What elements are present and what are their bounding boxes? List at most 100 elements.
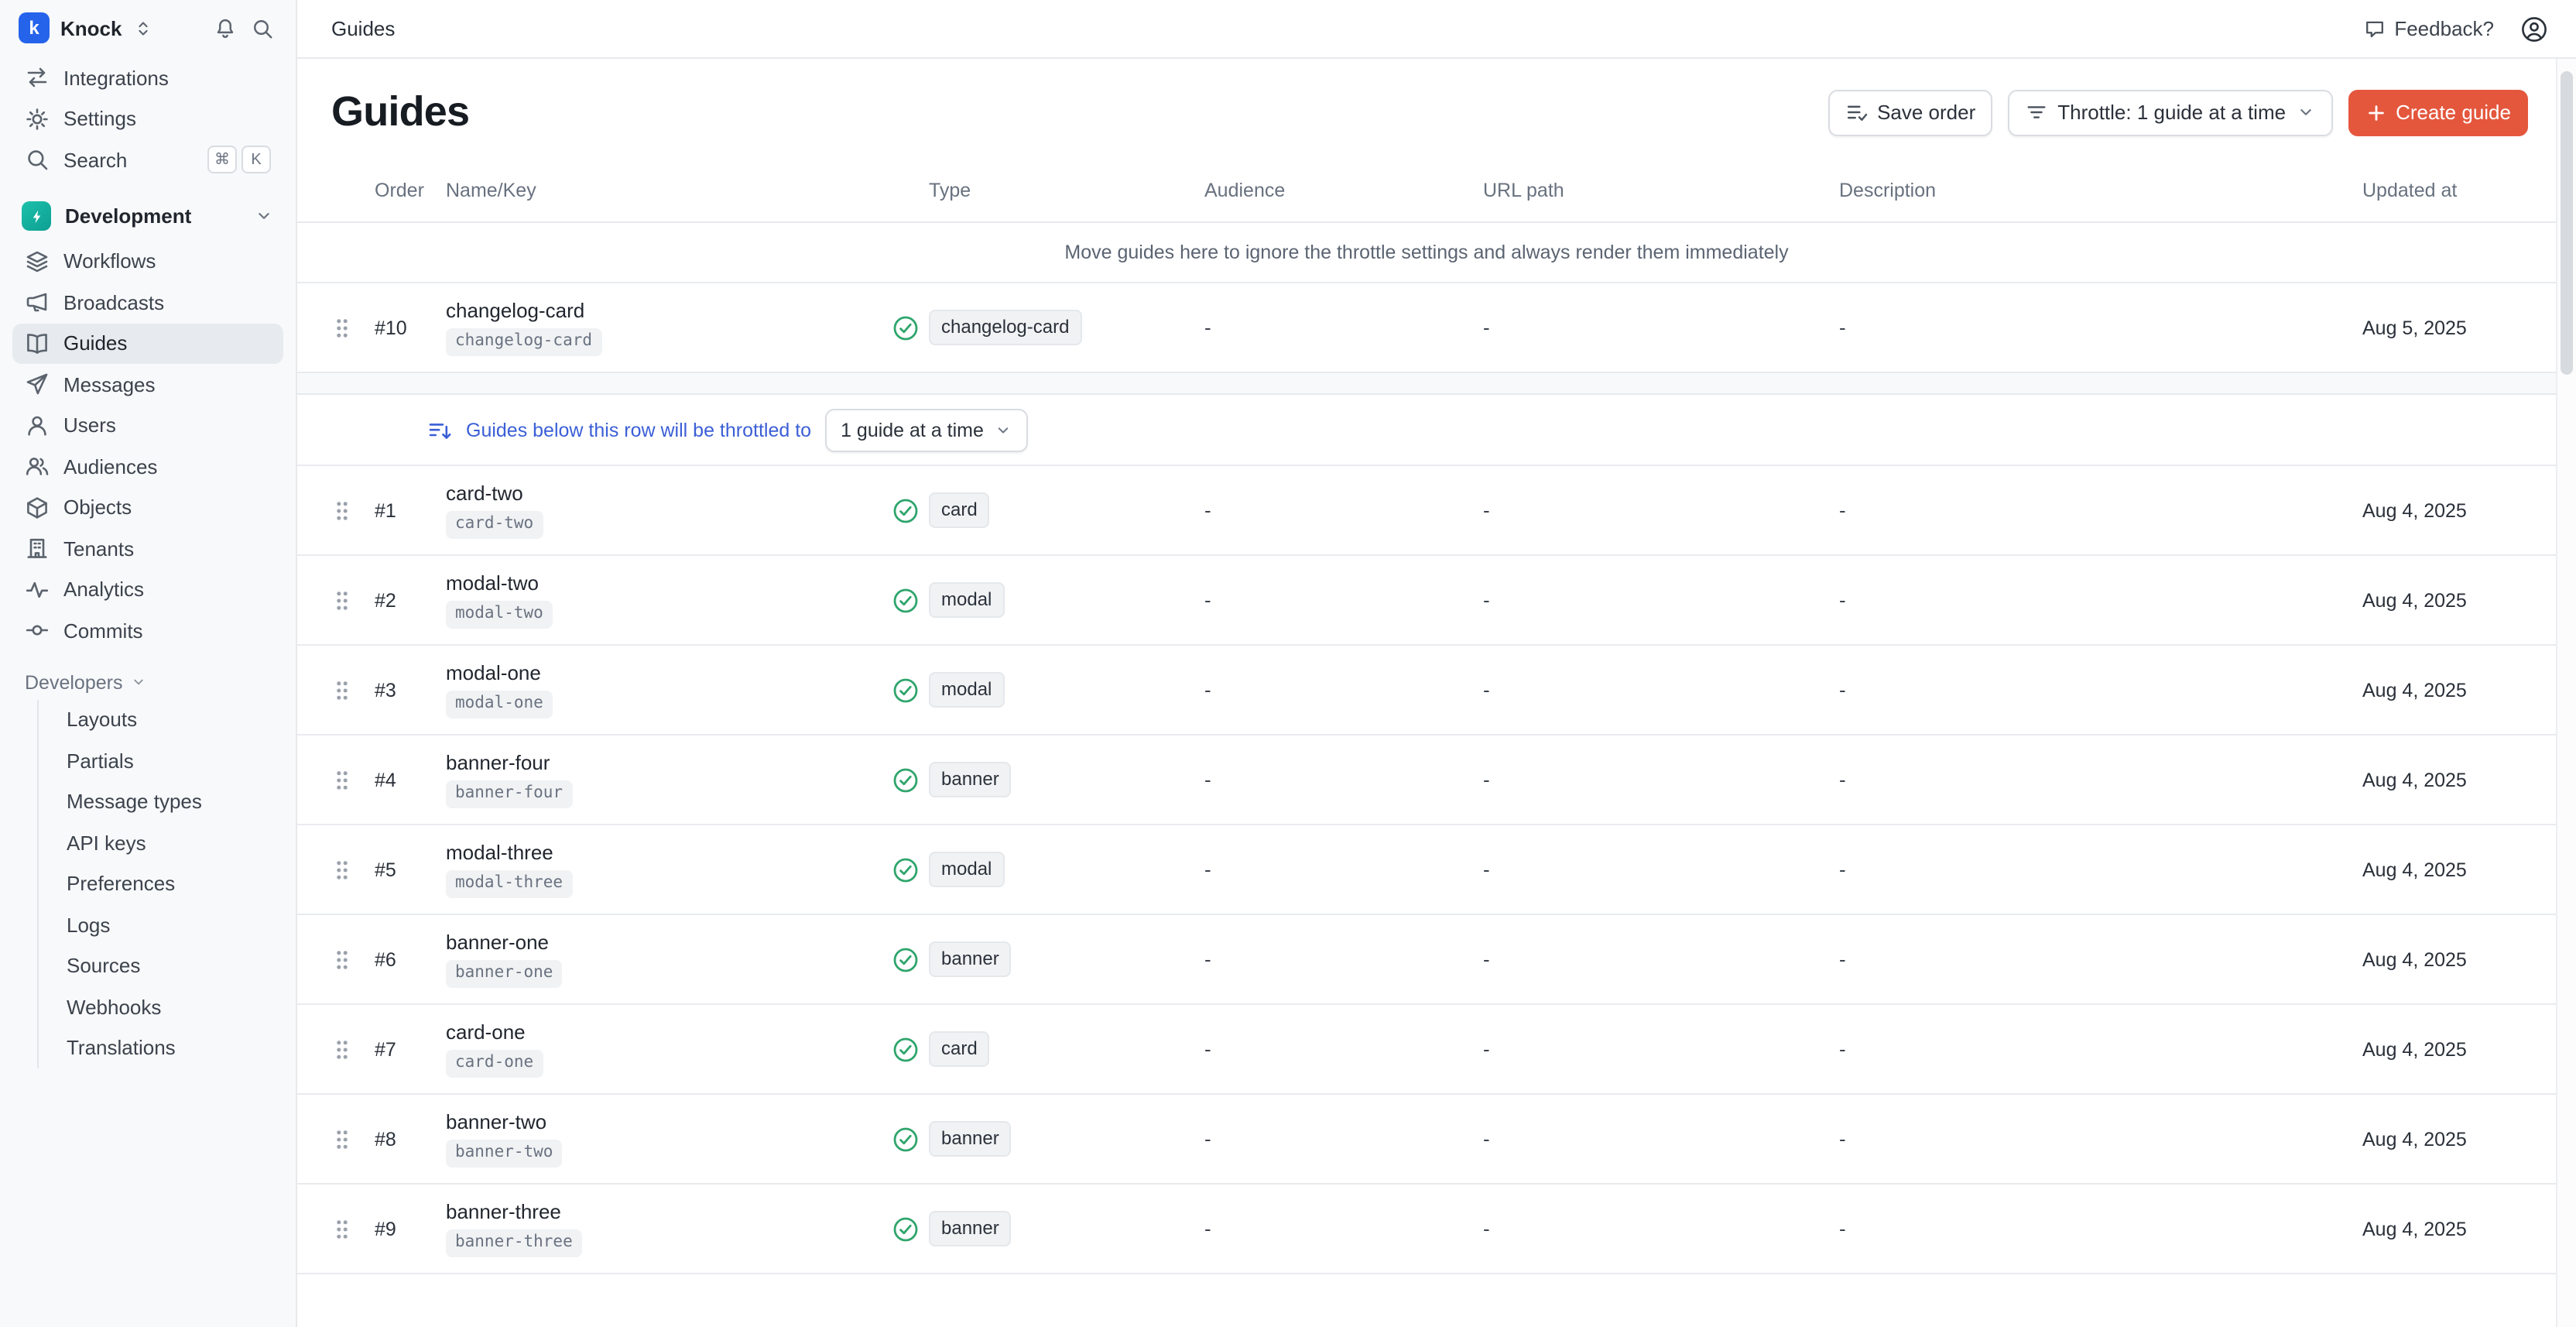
workspace-switcher[interactable]: k Knock [12, 11, 283, 57]
audience-value: - [1204, 588, 1483, 612]
sidebar-item-objects[interactable]: Objects [12, 487, 283, 528]
drag-handle-icon[interactable] [319, 1037, 365, 1061]
sidebar-item-broadcasts[interactable]: Broadcasts [12, 282, 283, 323]
sidebar-sub-item[interactable]: Webhooks [39, 986, 283, 1027]
table-row[interactable]: #6 banner-one banner-one banner - - - Au… [297, 915, 2556, 1005]
drag-handle-icon[interactable] [319, 588, 365, 612]
table-row[interactable]: #5 modal-three modal-three modal - - - A… [297, 825, 2556, 915]
sidebar-item-commits[interactable]: Commits [12, 610, 283, 651]
sidebar-sub-item[interactable]: Sources [39, 945, 283, 986]
sidebar-sub-item-label: Translations [67, 1037, 176, 1060]
name-key-cell[interactable]: banner-two banner-two [446, 1111, 892, 1167]
name-key-cell[interactable]: changelog-card changelog-card [446, 300, 892, 355]
page-actions: Save order Throttle: 1 guide at a time C… [1828, 89, 2528, 135]
user-avatar[interactable] [2520, 15, 2548, 43]
drag-handle-icon[interactable] [319, 315, 365, 340]
sidebar-item-tenants[interactable]: Tenants [12, 528, 283, 569]
drag-handle-icon[interactable] [319, 1216, 365, 1241]
column-header-type[interactable]: Type [929, 180, 1204, 201]
sidebar-sub-item[interactable]: Partials [39, 740, 283, 781]
table-row[interactable]: #1 card-two card-two card - - - Aug 4, 2… [297, 466, 2556, 556]
name-key-cell[interactable]: banner-one banner-one [446, 931, 892, 987]
environment-switcher[interactable]: Development [12, 191, 283, 241]
search-icon[interactable] [248, 13, 277, 43]
audience-value: - [1204, 768, 1483, 791]
integrations-icon [25, 66, 50, 91]
name-key-cell[interactable]: banner-four banner-four [446, 752, 892, 808]
vertical-scrollbar[interactable] [2556, 59, 2576, 1327]
table-row[interactable]: #10 changelog-card changelog-card change… [297, 282, 2556, 373]
feedback-button[interactable]: Feedback? [2363, 17, 2494, 40]
status-check-icon [892, 586, 929, 614]
sidebar-item-integrations[interactable]: Integrations [12, 57, 283, 98]
table-row[interactable]: #7 card-one card-one card - - - Aug 4, 2… [297, 1005, 2556, 1095]
sidebar-item-guides[interactable]: Guides [12, 323, 283, 364]
sidebar-sub-item[interactable]: Translations [39, 1027, 283, 1068]
status-check-icon [892, 496, 929, 524]
scrollbar-thumb[interactable] [2561, 71, 2573, 375]
name-key-cell[interactable]: modal-two modal-two [446, 572, 892, 628]
column-header-order[interactable]: Order [365, 180, 446, 201]
updated-at-value: Aug 4, 2025 [2362, 1218, 2556, 1240]
table-row[interactable]: #9 banner-three banner-three banner - - … [297, 1185, 2556, 1274]
sidebar-sub-item[interactable]: Layouts [39, 699, 283, 740]
status-check-icon [892, 1035, 929, 1063]
drag-handle-icon[interactable] [319, 767, 365, 792]
column-header-audience[interactable]: Audience [1204, 180, 1483, 201]
audience-value: - [1204, 1217, 1483, 1240]
sidebar-item-analytics[interactable]: Analytics [12, 569, 283, 610]
table-row[interactable]: #8 banner-two banner-two banner - - - Au… [297, 1095, 2556, 1185]
sidebar-item-label: Commits [63, 619, 143, 643]
table-row[interactable]: #4 banner-four banner-four banner - - - … [297, 736, 2556, 825]
updated-at-value: Aug 4, 2025 [2362, 769, 2556, 790]
column-header-url-path[interactable]: URL path [1483, 180, 1839, 201]
create-guide-button[interactable]: Create guide [2348, 89, 2528, 135]
workspace-chevron-updown-icon[interactable] [129, 15, 156, 41]
description-value: - [1839, 1037, 2362, 1061]
type-badge: card [929, 1031, 990, 1067]
sidebar-item-label: Users [63, 414, 116, 437]
column-header-name-key[interactable]: Name/Key [446, 180, 892, 201]
throttle-divider-link[interactable]: Guides below this row will be throttled … [466, 419, 811, 441]
sidebar-item-workflows[interactable]: Workflows [12, 241, 283, 282]
throttle-dropdown-button[interactable]: Throttle: 1 guide at a time [2008, 89, 2332, 135]
sidebar-sub-item[interactable]: API keys [39, 822, 283, 863]
guide-name: card-one [446, 1021, 526, 1044]
column-header-updated-at[interactable]: Updated at [2362, 180, 2556, 201]
drag-handle-icon[interactable] [319, 947, 365, 972]
sidebar-item-messages[interactable]: Messages [12, 364, 283, 405]
description-value: - [1839, 678, 2362, 701]
audience-value: - [1204, 1127, 1483, 1150]
save-order-button[interactable]: Save order [1828, 89, 1992, 135]
guides-page: Guides Save order Throttle: 1 guide at a… [297, 59, 2556, 1327]
table-row[interactable]: #2 modal-two modal-two modal - - - Aug 4… [297, 556, 2556, 646]
sidebar-item-search[interactable]: Search ⌘ K [12, 139, 283, 180]
sidebar-sub-item[interactable]: Preferences [39, 863, 283, 904]
drag-handle-icon[interactable] [319, 498, 365, 523]
sidebar-sub-item-label: Webhooks [67, 996, 161, 1019]
drag-handle-icon[interactable] [319, 1126, 365, 1151]
table-row[interactable]: #3 modal-one modal-one modal - - - Aug 4… [297, 646, 2556, 736]
developers-section-toggle[interactable]: Developers [12, 671, 283, 693]
name-key-cell[interactable]: card-one card-one [446, 1021, 892, 1077]
throttle-rate-select[interactable]: 1 guide at a time [825, 408, 1029, 451]
drag-handle-icon[interactable] [319, 857, 365, 882]
sidebar-item-settings[interactable]: Settings [12, 98, 283, 139]
sidebar-item-users[interactable]: Users [12, 405, 283, 446]
guide-name: card-two [446, 482, 523, 506]
name-key-cell[interactable]: modal-three modal-three [446, 842, 892, 897]
row-order: #6 [365, 948, 446, 970]
sidebar-item-audiences[interactable]: Audiences [12, 446, 283, 487]
url-path-value: - [1483, 858, 1839, 881]
page-title: Guides [331, 88, 469, 136]
column-header-description[interactable]: Description [1839, 180, 2362, 201]
name-key-cell[interactable]: banner-three banner-three [446, 1201, 892, 1257]
sidebar-sub-item[interactable]: Message types [39, 781, 283, 822]
sidebar-sub-item-label: API keys [67, 832, 146, 855]
notifications-bell-icon[interactable] [211, 13, 240, 43]
drag-handle-icon[interactable] [319, 677, 365, 702]
sidebar-sub-item[interactable]: Logs [39, 904, 283, 945]
updated-at-value: Aug 4, 2025 [2362, 499, 2556, 521]
name-key-cell[interactable]: modal-one modal-one [446, 662, 892, 718]
name-key-cell[interactable]: card-two card-two [446, 482, 892, 538]
